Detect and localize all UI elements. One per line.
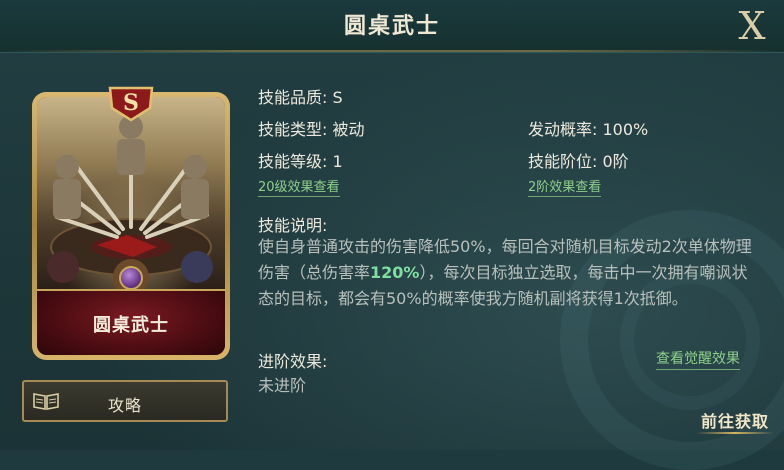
grade-letter: S: [123, 90, 139, 116]
goto-underline: [696, 432, 774, 434]
card-nameplate: 圆桌武士: [37, 289, 225, 355]
skill-description: 使自身普通攻击的伤害降低50%，每回合对随机目标发动2次单体物理伤害（总伤害率1…: [258, 234, 758, 312]
skill-tier: 技能阶位: 0阶: [528, 152, 629, 171]
skill-card[interactable]: 圆桌武士: [32, 92, 230, 360]
damage-rate-highlight: 120%: [370, 263, 420, 282]
card-name: 圆桌武士: [93, 315, 169, 336]
grade-badge: S: [106, 84, 156, 122]
skill-detail-panel: 圆桌武士 X 圆桌武士 S 攻略 技能品质: S 技能类型: 被动 发动概率: …: [0, 0, 784, 470]
trigger-rate: 发动概率: 100%: [528, 120, 649, 139]
strategy-label: 攻略: [107, 396, 142, 415]
card-frame: 圆桌武士: [37, 97, 225, 355]
awaken-effect-link[interactable]: 查看觉醒效果: [656, 348, 740, 370]
advance-title: 进阶效果:: [258, 352, 328, 371]
page-title: 圆桌武士: [343, 14, 440, 39]
level-effect-link[interactable]: 20级效果查看: [258, 176, 340, 197]
goto-acquire-label: 前往获取: [700, 412, 769, 431]
header-bar: 圆桌武士 X: [0, 0, 784, 53]
strategy-button[interactable]: 攻略: [22, 380, 228, 422]
knights-illustration: [47, 115, 213, 289]
close-icon: X: [738, 4, 766, 48]
close-button[interactable]: X: [728, 4, 776, 48]
advance-value: 未进阶: [258, 376, 307, 395]
card-artwork: [37, 97, 225, 289]
skill-quality: 技能品质: S: [258, 88, 343, 107]
tier-effect-link[interactable]: 2阶效果查看: [528, 176, 602, 197]
goto-acquire-button[interactable]: 前往获取: [696, 404, 774, 434]
header-divider: [0, 50, 784, 52]
skill-type: 技能类型: 被动: [258, 120, 365, 139]
skill-level: 技能等级: 1: [258, 152, 343, 171]
gem-icon: [119, 266, 143, 290]
description-title: 技能说明:: [258, 216, 328, 235]
